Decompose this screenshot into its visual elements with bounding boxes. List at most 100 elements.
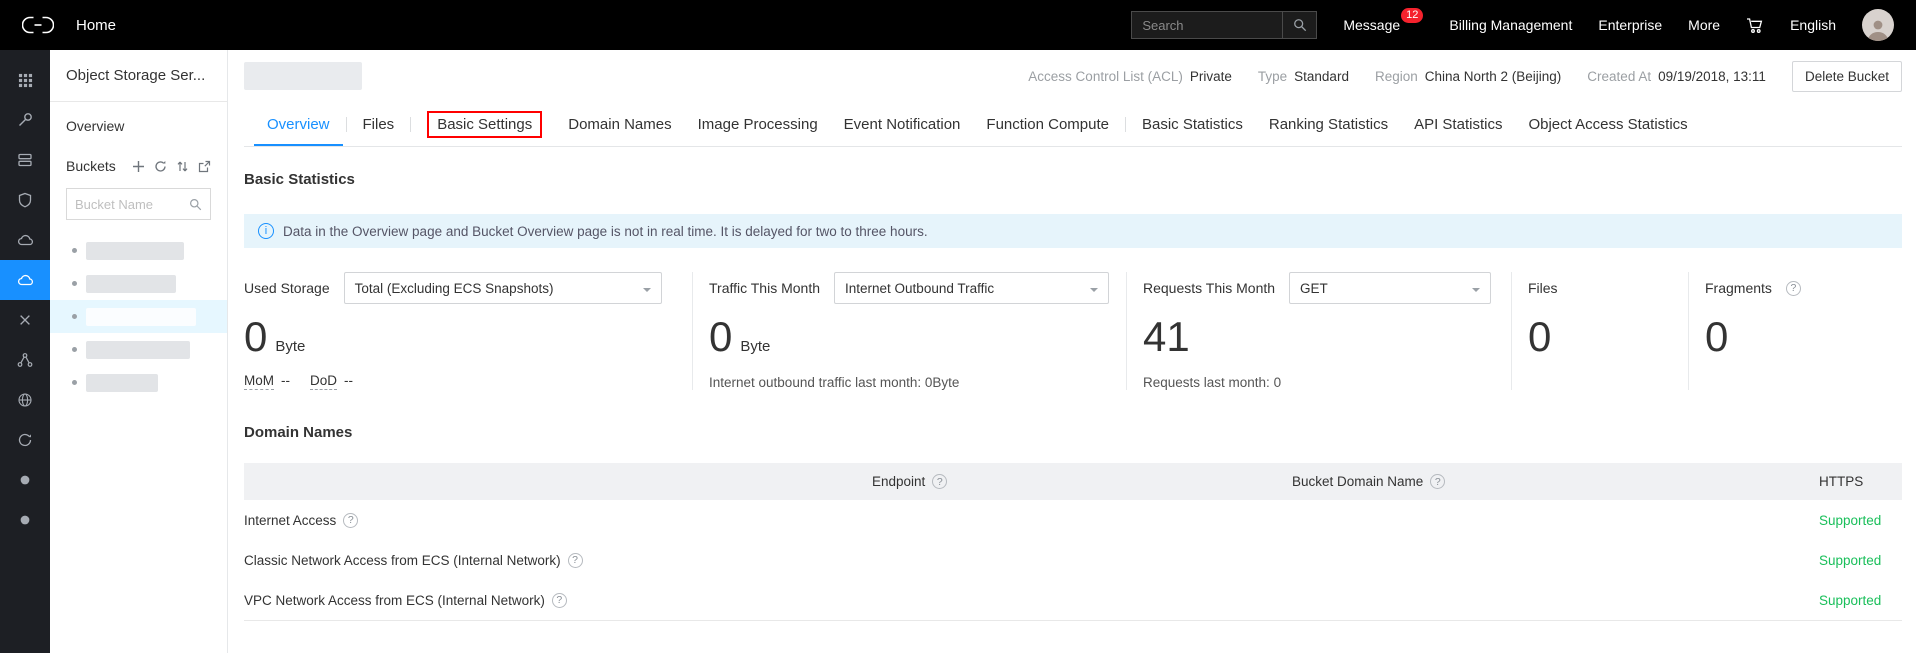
product-dot-icon[interactable] bbox=[0, 460, 50, 500]
sidebar: Object Storage Ser... Overview Buckets bbox=[50, 50, 228, 653]
delete-bucket-button[interactable]: Delete Bucket bbox=[1792, 61, 1902, 92]
bucket-name-redacted bbox=[86, 308, 196, 326]
created-label: Created At bbox=[1587, 69, 1651, 84]
tab-separator bbox=[1125, 117, 1126, 132]
mom-label: MoM bbox=[244, 373, 274, 390]
help-icon[interactable] bbox=[568, 553, 583, 568]
traffic-unit: Byte bbox=[740, 338, 770, 355]
bullet-dot-icon bbox=[72, 314, 77, 319]
more-link[interactable]: More bbox=[1688, 17, 1720, 33]
globe-icon[interactable] bbox=[0, 380, 50, 420]
tab-files[interactable]: Files bbox=[350, 102, 408, 146]
fragments-label: Fragments bbox=[1705, 280, 1772, 296]
acl-value: Private bbox=[1190, 69, 1232, 84]
search-icon[interactable] bbox=[1282, 12, 1316, 38]
tab-basic-settings[interactable]: Basic Settings bbox=[414, 102, 555, 146]
mom-link[interactable]: MoM -- bbox=[244, 373, 290, 390]
traffic-panel: Traffic This Month Internet Outbound Tra… bbox=[692, 272, 1126, 390]
sort-icon[interactable] bbox=[176, 160, 189, 173]
avatar[interactable] bbox=[1862, 9, 1894, 41]
region-meta: Region China North 2 (Beijing) bbox=[1375, 69, 1561, 84]
tab-object-access-statistics[interactable]: Object Access Statistics bbox=[1515, 102, 1700, 146]
tab-ranking-statistics[interactable]: Ranking Statistics bbox=[1256, 102, 1401, 146]
used-storage-unit: Byte bbox=[275, 338, 305, 355]
used-storage-select[interactable]: Total (Excluding ECS Snapshots) bbox=[344, 272, 662, 304]
files-label: Files bbox=[1528, 280, 1558, 296]
product-dot-icon[interactable] bbox=[0, 500, 50, 540]
row-label-vpc-network: VPC Network Access from ECS (Internal Ne… bbox=[244, 593, 545, 608]
dod-value: -- bbox=[344, 373, 353, 388]
used-storage-select-value: Total (Excluding ECS Snapshots) bbox=[355, 281, 554, 296]
tab-separator bbox=[346, 117, 347, 132]
https-status: Supported bbox=[1819, 513, 1902, 528]
dod-link[interactable]: DoD -- bbox=[310, 373, 353, 390]
bucket-search-input[interactable] bbox=[67, 197, 189, 212]
compute-icon[interactable] bbox=[0, 300, 50, 340]
tab-event-notification[interactable]: Event Notification bbox=[831, 102, 974, 146]
message-label: Message bbox=[1343, 17, 1400, 33]
https-status: Supported bbox=[1819, 593, 1902, 608]
chevron-down-icon bbox=[1090, 288, 1098, 296]
bucket-search-icon[interactable] bbox=[189, 198, 202, 211]
dod-label: DoD bbox=[310, 373, 337, 390]
add-bucket-icon[interactable] bbox=[132, 160, 145, 173]
tab-basic-statistics[interactable]: Basic Statistics bbox=[1129, 102, 1256, 146]
bucket-list-item[interactable] bbox=[50, 366, 227, 399]
tab-api-statistics[interactable]: API Statistics bbox=[1401, 102, 1515, 146]
created-meta: Created At 09/19/2018, 13:11 bbox=[1587, 69, 1766, 84]
endpoint-column-header: Endpoint bbox=[872, 474, 925, 489]
cart-icon[interactable] bbox=[1746, 17, 1764, 34]
requests-select[interactable]: GET bbox=[1289, 272, 1491, 304]
help-icon[interactable] bbox=[1786, 281, 1801, 296]
acl-meta: Access Control List (ACL) Private bbox=[1028, 69, 1232, 84]
billing-management-link[interactable]: Billing Management bbox=[1449, 17, 1572, 33]
traffic-select[interactable]: Internet Outbound Traffic bbox=[834, 272, 1109, 304]
language-switch[interactable]: English bbox=[1790, 17, 1836, 33]
chevron-down-icon bbox=[643, 288, 651, 296]
basic-statistics-heading: Basic Statistics bbox=[244, 171, 1902, 188]
table-header-row: Endpoint Bucket Domain Name HTTPS bbox=[244, 463, 1902, 500]
type-label: Type bbox=[1258, 69, 1287, 84]
apps-grid-icon[interactable] bbox=[0, 60, 50, 100]
region-value: China North 2 (Beijing) bbox=[1425, 69, 1562, 84]
tab-bar: Overview Files Basic Settings Domain Nam… bbox=[244, 102, 1902, 147]
bucket-list-item[interactable] bbox=[50, 234, 227, 267]
topbar-search bbox=[1131, 11, 1317, 39]
oss-icon[interactable] bbox=[0, 260, 50, 300]
help-icon[interactable] bbox=[1430, 474, 1445, 489]
bucket-list-item[interactable] bbox=[50, 333, 227, 366]
bucket-list-item-selected[interactable] bbox=[50, 300, 227, 333]
tab-domain-names[interactable]: Domain Names bbox=[555, 102, 684, 146]
tab-overview[interactable]: Overview bbox=[254, 102, 343, 146]
home-link[interactable]: Home bbox=[76, 17, 116, 34]
traffic-label: Traffic This Month bbox=[709, 280, 820, 296]
tools-icon[interactable] bbox=[0, 100, 50, 140]
https-column-header: HTTPS bbox=[1819, 474, 1902, 489]
bullet-dot-icon bbox=[72, 248, 77, 253]
help-icon[interactable] bbox=[552, 593, 567, 608]
security-shield-icon[interactable] bbox=[0, 180, 50, 220]
network-icon[interactable] bbox=[0, 340, 50, 380]
expand-icon[interactable] bbox=[198, 160, 211, 173]
help-icon[interactable] bbox=[932, 474, 947, 489]
bucket-list-item[interactable] bbox=[50, 267, 227, 300]
server-icon[interactable] bbox=[0, 140, 50, 180]
alibaba-cloud-logo-icon[interactable] bbox=[22, 15, 54, 35]
tab-image-processing[interactable]: Image Processing bbox=[685, 102, 831, 146]
row-label-internet-access: Internet Access bbox=[244, 513, 336, 528]
refresh-icon[interactable] bbox=[154, 160, 167, 173]
acl-label: Access Control List (ACL) bbox=[1028, 69, 1183, 84]
cdn-refresh-icon[interactable] bbox=[0, 420, 50, 460]
topbar-search-input[interactable] bbox=[1132, 18, 1282, 33]
message-link[interactable]: Message 12 bbox=[1343, 17, 1423, 33]
cloud-icon[interactable] bbox=[0, 220, 50, 260]
chevron-down-icon bbox=[1472, 288, 1480, 296]
enterprise-link[interactable]: Enterprise bbox=[1598, 17, 1662, 33]
traffic-value: 0 bbox=[709, 316, 732, 358]
table-row: Internet Access Supported bbox=[244, 500, 1902, 540]
help-icon[interactable] bbox=[343, 513, 358, 528]
bucket-name-redacted bbox=[86, 275, 176, 293]
files-value: 0 bbox=[1528, 316, 1551, 358]
sidebar-item-overview[interactable]: Overview bbox=[66, 118, 211, 134]
tab-function-compute[interactable]: Function Compute bbox=[973, 102, 1122, 146]
